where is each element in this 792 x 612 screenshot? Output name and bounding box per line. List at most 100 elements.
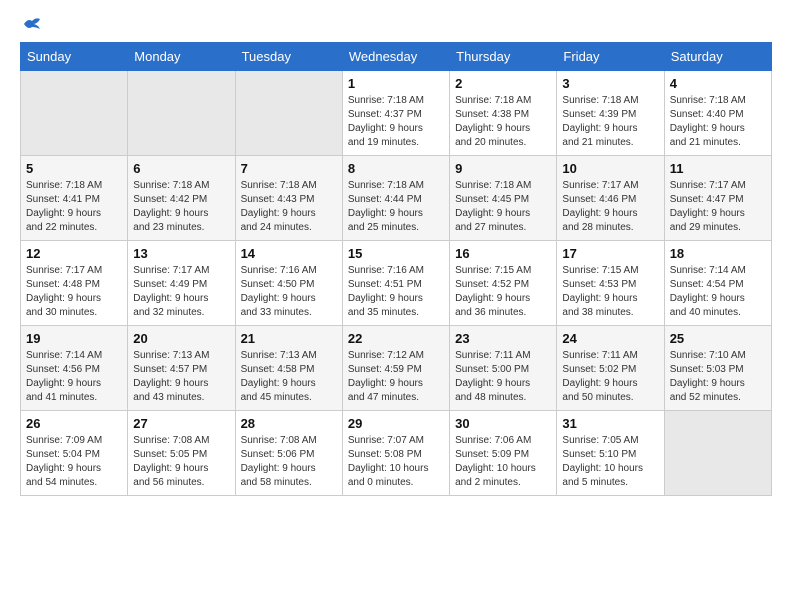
calendar-cell: 7 Sunrise: 7:18 AM Sunset: 4:43 PM Daylig… bbox=[235, 156, 342, 241]
calendar-cell: 15Sunrise: 7:16 AM Sunset: 4:51 PM Dayli… bbox=[342, 241, 449, 326]
day-info: Sunrise: 7:07 AM Sunset: 5:08 PM Dayligh… bbox=[348, 434, 444, 490]
day-info: Sunrise: 7:08 AM Sunset: 5:06 PM Dayligh… bbox=[241, 434, 337, 490]
calendar-cell: 8Sunrise: 7:18 AM Sunset: 4:44 PM Daylig… bbox=[342, 156, 449, 241]
day-number: 21 bbox=[241, 331, 337, 346]
day-info: Sunrise: 7:18 AM Sunset: 4:41 PM Dayligh… bbox=[26, 179, 122, 235]
day-info: Sunrise: 7:18 AM Sunset: 4:42 PM Dayligh… bbox=[133, 179, 229, 235]
calendar-cell: 24Sunrise: 7:11 AM Sunset: 5:02 PM Dayli… bbox=[557, 326, 664, 411]
column-header-wednesday: Wednesday bbox=[342, 43, 449, 71]
day-number: 30 bbox=[455, 416, 551, 431]
day-info: Sunrise: 7:18 AM Sunset: 4:37 PM Dayligh… bbox=[348, 94, 444, 150]
calendar-cell: 4 Sunrise: 7:18 AM Sunset: 4:40 PM Daylig… bbox=[664, 71, 771, 156]
calendar-cell: 1 Sunrise: 7:18 AM Sunset: 4:37 PM Daylig… bbox=[342, 71, 449, 156]
day-info: Sunrise: 7:18 AM Sunset: 4:40 PM Dayligh… bbox=[670, 94, 766, 150]
day-info: Sunrise: 7:14 AM Sunset: 4:54 PM Dayligh… bbox=[670, 264, 766, 320]
calendar-cell bbox=[664, 411, 771, 496]
day-info: Sunrise: 7:06 AM Sunset: 5:09 PM Dayligh… bbox=[455, 434, 551, 490]
calendar-cell: 29 Sunrise: 7:07 AM Sunset: 5:08 PM Dayli… bbox=[342, 411, 449, 496]
day-info: Sunrise: 7:18 AM Sunset: 4:38 PM Dayligh… bbox=[455, 94, 551, 150]
day-info: Sunrise: 7:16 AM Sunset: 4:50 PM Dayligh… bbox=[241, 264, 337, 320]
day-info: Sunrise: 7:09 AM Sunset: 5:04 PM Dayligh… bbox=[26, 434, 122, 490]
calendar-cell: 16 Sunrise: 7:15 AM Sunset: 4:52 PM Dayli… bbox=[450, 241, 557, 326]
day-number: 17 bbox=[562, 246, 658, 261]
calendar-cell: 17 Sunrise: 7:15 AM Sunset: 4:53 PM Dayli… bbox=[557, 241, 664, 326]
day-number: 28 bbox=[241, 416, 337, 431]
day-info: Sunrise: 7:10 AM Sunset: 5:03 PM Dayligh… bbox=[670, 349, 766, 405]
day-number: 15 bbox=[348, 246, 444, 261]
calendar-header-row: SundayMondayTuesdayWednesdayThursdayFrid… bbox=[21, 43, 772, 71]
day-info: Sunrise: 7:11 AM Sunset: 5:02 PM Dayligh… bbox=[562, 349, 658, 405]
calendar-week-row: 19 Sunrise: 7:14 AM Sunset: 4:56 PM Dayli… bbox=[21, 326, 772, 411]
day-info: Sunrise: 7:13 AM Sunset: 4:57 PM Dayligh… bbox=[133, 349, 229, 405]
calendar-table: SundayMondayTuesdayWednesdayThursdayFrid… bbox=[20, 42, 772, 496]
day-number: 5 bbox=[26, 161, 122, 176]
day-info: Sunrise: 7:11 AM Sunset: 5:00 PM Dayligh… bbox=[455, 349, 551, 405]
day-number: 23 bbox=[455, 331, 551, 346]
calendar-cell: 13 Sunrise: 7:17 AM Sunset: 4:49 PM Dayli… bbox=[128, 241, 235, 326]
calendar-cell: 12Sunrise: 7:17 AM Sunset: 4:48 PM Dayli… bbox=[21, 241, 128, 326]
day-number: 7 bbox=[241, 161, 337, 176]
column-header-saturday: Saturday bbox=[664, 43, 771, 71]
day-number: 4 bbox=[670, 76, 766, 91]
calendar-cell: 9 Sunrise: 7:18 AM Sunset: 4:45 PM Daylig… bbox=[450, 156, 557, 241]
day-number: 10 bbox=[562, 161, 658, 176]
day-number: 16 bbox=[455, 246, 551, 261]
calendar-cell: 2Sunrise: 7:18 AM Sunset: 4:38 PM Daylig… bbox=[450, 71, 557, 156]
calendar-cell: 28 Sunrise: 7:08 AM Sunset: 5:06 PM Dayli… bbox=[235, 411, 342, 496]
day-number: 13 bbox=[133, 246, 229, 261]
day-info: Sunrise: 7:15 AM Sunset: 4:53 PM Dayligh… bbox=[562, 264, 658, 320]
day-number: 19 bbox=[26, 331, 122, 346]
calendar-week-row: 12Sunrise: 7:17 AM Sunset: 4:48 PM Dayli… bbox=[21, 241, 772, 326]
calendar-week-row: 26Sunrise: 7:09 AM Sunset: 5:04 PM Dayli… bbox=[21, 411, 772, 496]
day-info: Sunrise: 7:17 AM Sunset: 4:46 PM Dayligh… bbox=[562, 179, 658, 235]
day-info: Sunrise: 7:14 AM Sunset: 4:56 PM Dayligh… bbox=[26, 349, 122, 405]
day-number: 25 bbox=[670, 331, 766, 346]
calendar-cell: 3 Sunrise: 7:18 AM Sunset: 4:39 PM Daylig… bbox=[557, 71, 664, 156]
calendar-cell bbox=[235, 71, 342, 156]
day-number: 1 bbox=[348, 76, 444, 91]
calendar-cell: 25 Sunrise: 7:10 AM Sunset: 5:03 PM Dayli… bbox=[664, 326, 771, 411]
day-number: 11 bbox=[670, 161, 766, 176]
day-number: 3 bbox=[562, 76, 658, 91]
column-header-monday: Monday bbox=[128, 43, 235, 71]
day-info: Sunrise: 7:18 AM Sunset: 4:39 PM Dayligh… bbox=[562, 94, 658, 150]
logo bbox=[20, 16, 42, 32]
day-number: 18 bbox=[670, 246, 766, 261]
calendar-page: SundayMondayTuesdayWednesdayThursdayFrid… bbox=[0, 0, 792, 512]
day-info: Sunrise: 7:15 AM Sunset: 4:52 PM Dayligh… bbox=[455, 264, 551, 320]
column-header-tuesday: Tuesday bbox=[235, 43, 342, 71]
day-info: Sunrise: 7:13 AM Sunset: 4:58 PM Dayligh… bbox=[241, 349, 337, 405]
header bbox=[20, 16, 772, 32]
day-number: 12 bbox=[26, 246, 122, 261]
day-number: 31 bbox=[562, 416, 658, 431]
calendar-week-row: 5 Sunrise: 7:18 AM Sunset: 4:41 PM Daylig… bbox=[21, 156, 772, 241]
calendar-cell: 30 Sunrise: 7:06 AM Sunset: 5:09 PM Dayli… bbox=[450, 411, 557, 496]
day-info: Sunrise: 7:18 AM Sunset: 4:45 PM Dayligh… bbox=[455, 179, 551, 235]
calendar-cell: 10 Sunrise: 7:17 AM Sunset: 4:46 PM Dayli… bbox=[557, 156, 664, 241]
day-info: Sunrise: 7:08 AM Sunset: 5:05 PM Dayligh… bbox=[133, 434, 229, 490]
column-header-sunday: Sunday bbox=[21, 43, 128, 71]
column-header-thursday: Thursday bbox=[450, 43, 557, 71]
day-number: 6 bbox=[133, 161, 229, 176]
day-number: 22 bbox=[348, 331, 444, 346]
calendar-cell: 18 Sunrise: 7:14 AM Sunset: 4:54 PM Dayli… bbox=[664, 241, 771, 326]
day-info: Sunrise: 7:18 AM Sunset: 4:43 PM Dayligh… bbox=[241, 179, 337, 235]
day-info: Sunrise: 7:17 AM Sunset: 4:49 PM Dayligh… bbox=[133, 264, 229, 320]
column-header-friday: Friday bbox=[557, 43, 664, 71]
day-number: 27 bbox=[133, 416, 229, 431]
day-number: 14 bbox=[241, 246, 337, 261]
calendar-cell: 11 Sunrise: 7:17 AM Sunset: 4:47 PM Dayli… bbox=[664, 156, 771, 241]
day-number: 9 bbox=[455, 161, 551, 176]
calendar-cell: 19 Sunrise: 7:14 AM Sunset: 4:56 PM Dayli… bbox=[21, 326, 128, 411]
calendar-cell: 20Sunrise: 7:13 AM Sunset: 4:57 PM Dayli… bbox=[128, 326, 235, 411]
calendar-cell: 26Sunrise: 7:09 AM Sunset: 5:04 PM Dayli… bbox=[21, 411, 128, 496]
calendar-cell bbox=[21, 71, 128, 156]
day-info: Sunrise: 7:17 AM Sunset: 4:47 PM Dayligh… bbox=[670, 179, 766, 235]
logo-bird-icon bbox=[22, 16, 42, 32]
day-number: 29 bbox=[348, 416, 444, 431]
calendar-cell: 14 Sunrise: 7:16 AM Sunset: 4:50 PM Dayli… bbox=[235, 241, 342, 326]
calendar-cell: 6 Sunrise: 7:18 AM Sunset: 4:42 PM Daylig… bbox=[128, 156, 235, 241]
calendar-cell: 27 Sunrise: 7:08 AM Sunset: 5:05 PM Dayli… bbox=[128, 411, 235, 496]
calendar-week-row: 1 Sunrise: 7:18 AM Sunset: 4:37 PM Daylig… bbox=[21, 71, 772, 156]
day-info: Sunrise: 7:12 AM Sunset: 4:59 PM Dayligh… bbox=[348, 349, 444, 405]
